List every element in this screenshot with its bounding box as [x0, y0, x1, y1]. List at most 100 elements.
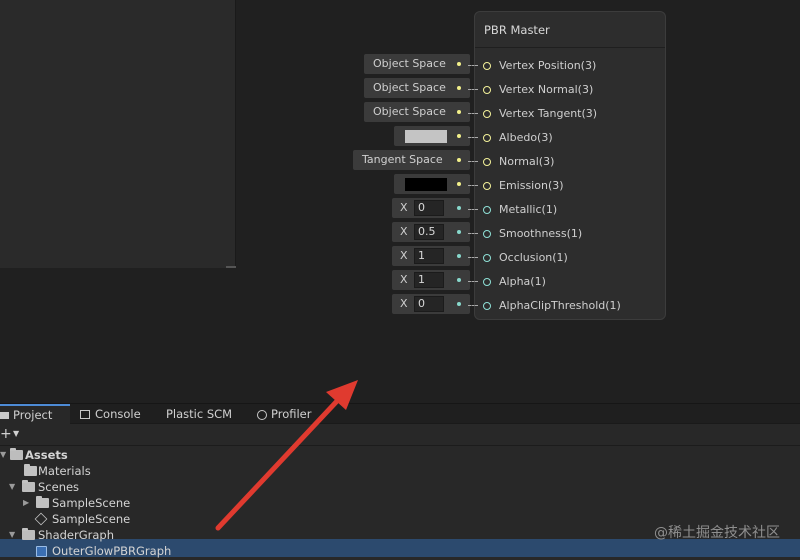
fold-open-icon[interactable]: ▼	[9, 527, 15, 543]
input-port-icon[interactable]	[483, 254, 491, 262]
chevron-down-icon[interactable]: ▼	[13, 429, 19, 438]
input-port-icon[interactable]	[483, 182, 491, 190]
alpha-value-field[interactable]: X 1	[392, 270, 470, 290]
tree-item-outerglowpbrgraph[interactable]: OuterGlowPBRGraph	[0, 543, 220, 559]
normal-space-dropdown[interactable]: Tangent Space	[353, 150, 470, 170]
connection-wire	[468, 65, 478, 66]
output-slot-icon[interactable]	[457, 278, 461, 282]
albedo-color-field[interactable]	[394, 126, 470, 146]
port-alpha[interactable]: Alpha(1)	[475, 272, 667, 292]
output-slot-icon[interactable]	[457, 110, 461, 114]
smoothness-input[interactable]: 0.5	[414, 224, 444, 240]
port-occlusion[interactable]: Occlusion(1)	[475, 248, 667, 268]
output-slot-icon[interactable]	[457, 254, 461, 258]
port-vertex-tangent[interactable]: Vertex Tangent(3)	[475, 104, 667, 124]
port-label: Albedo(3)	[499, 131, 553, 144]
port-label: Vertex Tangent(3)	[499, 107, 598, 120]
tab-profiler[interactable]: Profiler	[257, 404, 327, 424]
axis-label: X	[400, 273, 408, 286]
alpha-input[interactable]: 1	[414, 272, 444, 288]
tab-plastic-scm[interactable]: Plastic SCM	[166, 404, 246, 424]
input-port-icon[interactable]	[483, 206, 491, 214]
output-slot-icon[interactable]	[457, 230, 461, 234]
fold-closed-icon[interactable]: ▶	[23, 495, 29, 511]
tab-bar: Project Console Plastic SCM Profiler	[0, 404, 800, 424]
emission-color-field[interactable]	[394, 174, 470, 194]
tab-label: Plastic SCM	[166, 407, 233, 421]
smoothness-value-field[interactable]: X 0.5	[392, 222, 470, 242]
tree-item-materials[interactable]: Materials	[0, 463, 200, 479]
shader-graph-canvas[interactable]: PBR Master Vertex Position(3) Vertex Nor…	[0, 0, 800, 403]
pbr-master-node[interactable]: PBR Master Vertex Position(3) Vertex Nor…	[474, 11, 666, 320]
emission-color-swatch[interactable]	[405, 178, 447, 191]
port-vertex-normal[interactable]: Vertex Normal(3)	[475, 80, 667, 100]
input-port-icon[interactable]	[483, 110, 491, 118]
input-port-icon[interactable]	[483, 278, 491, 286]
port-normal[interactable]: Normal(3)	[475, 152, 667, 172]
tab-label: Profiler	[271, 407, 312, 421]
tree-item-scenes[interactable]: ▼ Scenes	[0, 479, 200, 495]
port-label: Metallic(1)	[499, 203, 558, 216]
tree-label: ShaderGraph	[38, 528, 115, 542]
occlusion-input[interactable]: 1	[414, 248, 444, 264]
tab-console[interactable]: Console	[80, 404, 155, 424]
watermark: @稀土掘金技术社区	[654, 525, 780, 541]
output-slot-icon[interactable]	[457, 158, 461, 162]
resize-handle[interactable]	[226, 264, 236, 268]
fold-open-icon[interactable]: ▼	[0, 447, 6, 463]
alpha-clip-threshold-input[interactable]: 0	[414, 296, 444, 312]
tree-label: SampleScene	[52, 512, 131, 526]
tree-label: Materials	[38, 464, 91, 478]
fold-open-icon[interactable]: ▼	[9, 479, 15, 495]
port-vertex-position[interactable]: Vertex Position(3)	[475, 56, 667, 76]
output-slot-icon[interactable]	[457, 62, 461, 66]
connection-wire	[468, 209, 478, 210]
port-metallic[interactable]: Metallic(1)	[475, 200, 667, 220]
input-port-icon[interactable]	[483, 230, 491, 238]
input-port-icon[interactable]	[483, 86, 491, 94]
folder-icon	[36, 496, 49, 508]
alpha-clip-threshold-value-field[interactable]: X 0	[392, 294, 470, 314]
tab-label: Console	[95, 407, 141, 421]
connection-wire	[468, 185, 478, 186]
port-smoothness[interactable]: Smoothness(1)	[475, 224, 667, 244]
tree-item-assets[interactable]: ▼ Assets	[0, 447, 200, 463]
input-port-icon[interactable]	[483, 134, 491, 142]
output-slot-icon[interactable]	[457, 86, 461, 90]
output-slot-icon[interactable]	[457, 182, 461, 186]
vertex-normal-space-dropdown[interactable]: Object Space	[364, 78, 470, 98]
port-albedo[interactable]: Albedo(3)	[475, 128, 667, 148]
port-label: Occlusion(1)	[499, 251, 568, 264]
port-label: Normal(3)	[499, 155, 555, 168]
add-asset-button[interactable]: +	[0, 426, 12, 442]
tree-item-samplescene-asset[interactable]: SampleScene	[0, 511, 200, 527]
port-emission[interactable]: Emission(3)	[475, 176, 667, 196]
tree-item-shadergraph[interactable]: ▼ ShaderGraph	[0, 527, 200, 543]
input-port-icon[interactable]	[483, 302, 491, 310]
output-slot-icon[interactable]	[457, 206, 461, 210]
connection-wire	[468, 233, 478, 234]
tree-label: OuterGlowPBRGraph	[52, 544, 172, 558]
metallic-value-field[interactable]: X 0	[392, 198, 470, 218]
connection-wire	[468, 281, 478, 282]
folder-icon	[24, 464, 37, 476]
metallic-input[interactable]: 0	[414, 200, 444, 216]
output-slot-icon[interactable]	[457, 134, 461, 138]
albedo-color-swatch[interactable]	[405, 130, 447, 143]
port-alpha-clip-threshold[interactable]: AlphaClipThreshold(1)	[475, 296, 667, 316]
axis-label: X	[400, 201, 408, 214]
dropdown-value: Tangent Space	[362, 153, 443, 166]
vertex-tangent-space-dropdown[interactable]: Object Space	[364, 102, 470, 122]
occlusion-value-field[interactable]: X 1	[392, 246, 470, 266]
tree-item-samplescene-folder[interactable]: ▶ SampleScene	[0, 495, 200, 511]
connection-wire	[468, 305, 478, 306]
profiler-icon	[257, 409, 267, 420]
tab-project[interactable]: Project	[0, 404, 70, 424]
vertex-position-space-dropdown[interactable]: Object Space	[364, 54, 470, 74]
input-port-icon[interactable]	[483, 62, 491, 70]
blackboard-panel[interactable]	[0, 0, 236, 268]
port-label: Vertex Normal(3)	[499, 83, 594, 96]
input-port-icon[interactable]	[483, 158, 491, 166]
axis-label: X	[400, 225, 408, 238]
output-slot-icon[interactable]	[457, 302, 461, 306]
